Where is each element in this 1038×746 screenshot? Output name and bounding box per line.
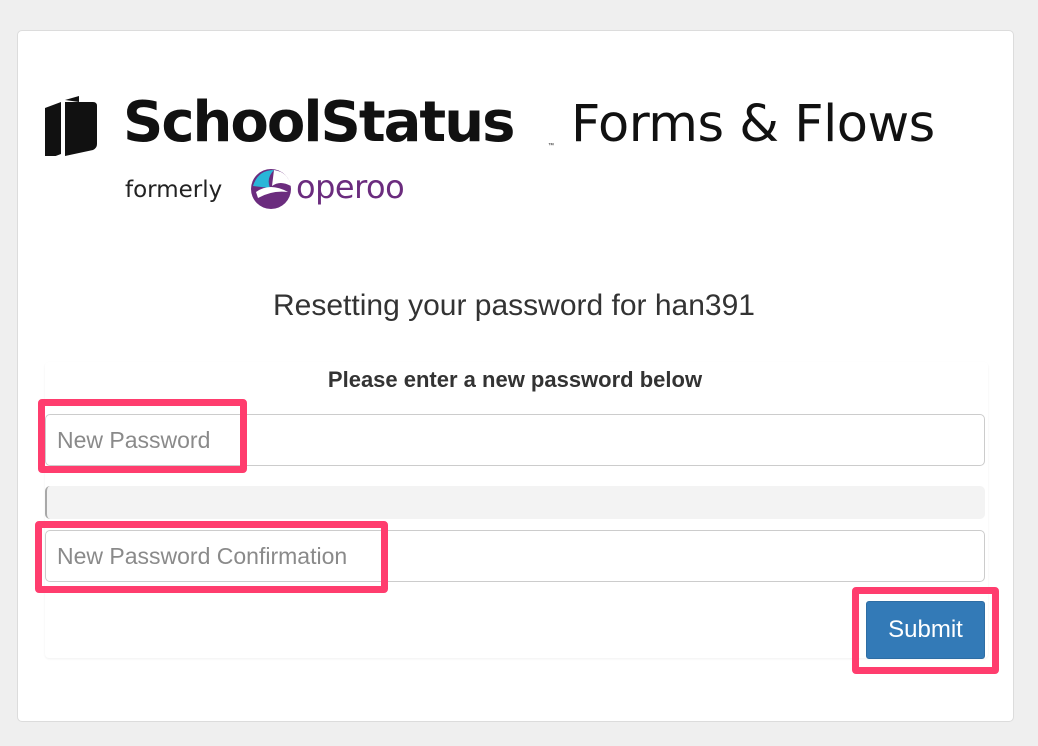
password-strength-meter [45,486,985,519]
new-password-input[interactable] [45,414,985,466]
trademark-symbol: ™ [548,143,554,149]
schoolstatus-logo: SchoolStatus ™ Forms & Flows formerly op… [43,88,983,218]
formerly-label: formerly [125,177,223,203]
operoo-logo-icon [251,169,291,209]
form-subtitle: Please enter a new password below [327,367,703,392]
brand-name: SchoolStatus [123,90,515,155]
operoo-wordmark: operoo [296,168,405,206]
submit-button[interactable]: Submit [866,601,985,659]
new-password-confirmation-input[interactable] [45,530,985,582]
book-icon [45,96,97,156]
page-title: Resetting your password for han391 [273,289,755,322]
product-name: Forms & Flows [571,95,935,154]
